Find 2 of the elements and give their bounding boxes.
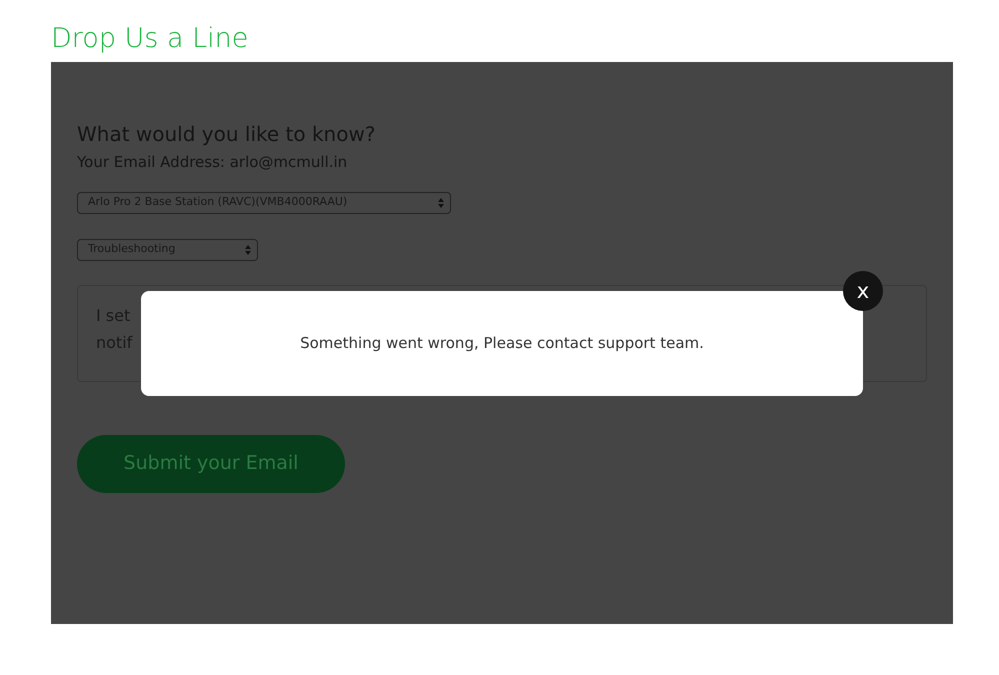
error-message: Something went wrong, Please contact support team. — [300, 333, 704, 354]
page-title: Drop Us a Line — [51, 22, 250, 56]
